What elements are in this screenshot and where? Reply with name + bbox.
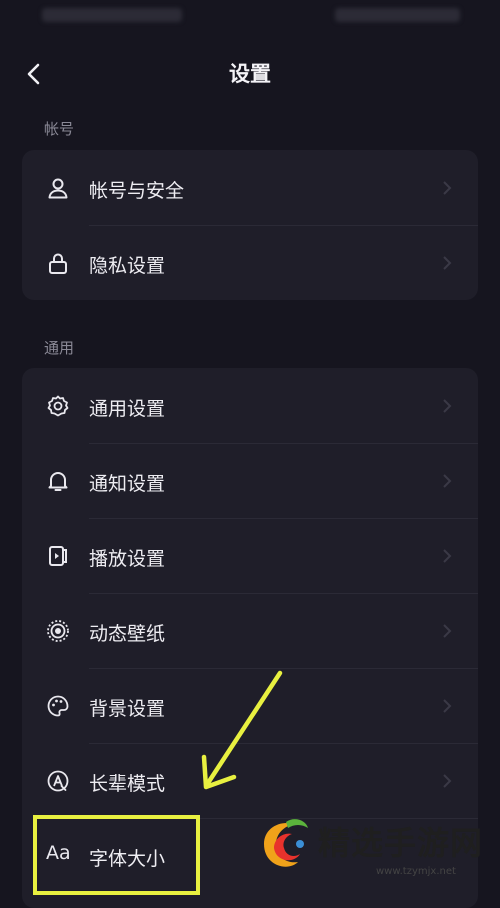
palette-icon	[46, 694, 70, 718]
chevron-right-icon	[443, 624, 452, 638]
section-label-account: 帐号	[44, 120, 75, 138]
account-card: 帐号与安全 隐私设置	[22, 150, 478, 300]
row-notification-settings[interactable]: 通知设置	[22, 443, 478, 518]
row-label: 隐私设置	[89, 255, 166, 277]
row-privacy-settings[interactable]: 隐私设置	[22, 225, 478, 300]
elder-mode-icon	[46, 769, 70, 793]
chevron-right-icon	[443, 699, 452, 713]
header: 设置	[0, 48, 500, 100]
row-general-settings[interactable]: 通用设置	[22, 368, 478, 443]
status-icons	[335, 8, 460, 22]
chevron-right-icon	[443, 774, 452, 788]
chevron-right-icon	[443, 474, 452, 488]
status-bar	[0, 0, 500, 34]
row-playback-settings[interactable]: 播放设置	[22, 518, 478, 593]
row-label: 帐号与安全	[89, 180, 185, 202]
annotation-arrow	[201, 670, 283, 790]
chevron-right-icon	[443, 181, 452, 195]
watermark: 精选手游网 www.tzymjx.net	[250, 808, 500, 888]
row-label: 长辈模式	[89, 773, 166, 795]
chevron-right-icon	[443, 399, 452, 413]
row-label: 播放设置	[89, 548, 166, 570]
watermark-text: 精选手游网	[318, 824, 484, 862]
row-account-security[interactable]: 帐号与安全	[22, 150, 478, 225]
section-label-general: 通用	[44, 339, 75, 357]
chevron-right-icon	[443, 549, 452, 563]
chevron-right-icon	[443, 256, 452, 270]
highlight-box	[33, 815, 200, 895]
row-label: 动态壁纸	[89, 623, 166, 645]
bell-icon	[46, 469, 70, 493]
carrier-info	[42, 8, 182, 22]
lock-icon	[46, 251, 70, 275]
user-icon	[46, 176, 70, 200]
wallpaper-icon	[46, 619, 70, 643]
watermark-url: www.tzymjx.net	[376, 866, 456, 877]
play-device-icon	[46, 544, 70, 568]
row-label: 通用设置	[89, 398, 166, 420]
row-dynamic-wallpaper[interactable]: 动态壁纸	[22, 593, 478, 668]
row-label: 通知设置	[89, 473, 166, 495]
watermark-logo-icon	[264, 819, 308, 867]
page-title: 设置	[229, 62, 271, 86]
row-label: 背景设置	[89, 698, 166, 720]
gear-icon	[46, 394, 70, 418]
